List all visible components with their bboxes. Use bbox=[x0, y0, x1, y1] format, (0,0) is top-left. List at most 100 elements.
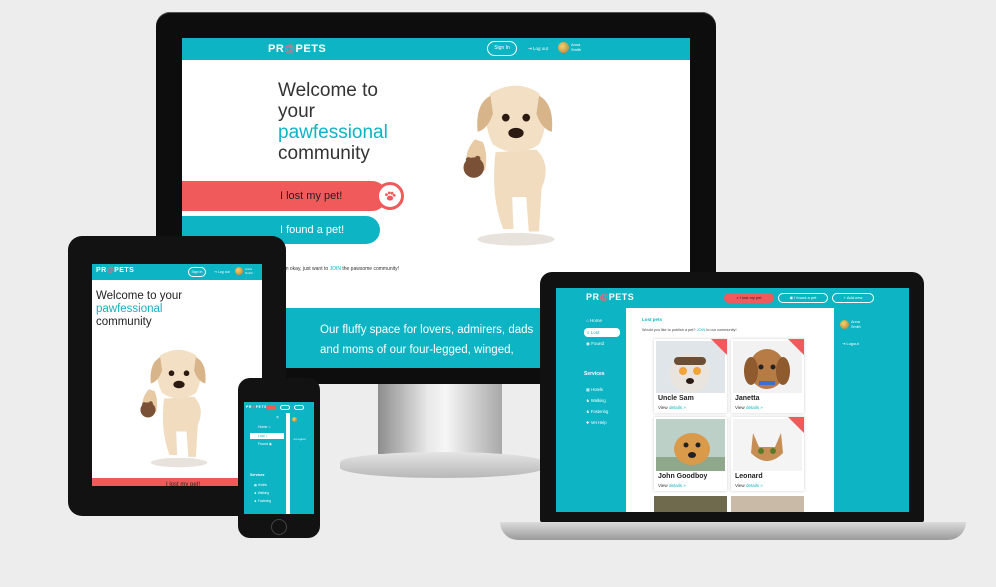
tablet-sign-in-button[interactable]: Sign In bbox=[188, 267, 206, 277]
search-paw-icon[interactable] bbox=[376, 182, 404, 210]
tablet-header: PR@PETS Sign In ⇥ Log out Anna Smith bbox=[92, 264, 262, 280]
service-walking[interactable]: ♞ Walking bbox=[586, 395, 608, 406]
phone-nav-lost[interactable]: Lost ⌕ bbox=[250, 433, 284, 439]
phone-service-hotels-label: Hotels bbox=[257, 483, 267, 487]
add-new-label: Add new bbox=[846, 295, 863, 300]
hero-line-3: pawfessional bbox=[278, 122, 388, 143]
lost-ribbon bbox=[788, 417, 804, 433]
publish-question-post: to our community! bbox=[706, 328, 737, 332]
lost-pet-button[interactable]: I lost my pet! bbox=[182, 181, 387, 211]
laptop-lost-label: I lost my pet bbox=[739, 295, 762, 300]
service-vet-help[interactable]: ✚ Vet Help bbox=[586, 417, 608, 428]
laptop-avatar[interactable] bbox=[840, 320, 849, 329]
pet-name: Leonard bbox=[735, 473, 763, 480]
close-icon[interactable]: × bbox=[276, 415, 279, 421]
pet-card-partial bbox=[731, 496, 804, 512]
arrow-icon: » bbox=[760, 483, 763, 488]
view-details-link[interactable]: View details » bbox=[658, 483, 686, 488]
laptop-found-pet-button[interactable]: ◉ I found a pet bbox=[778, 293, 828, 303]
service-hotels[interactable]: ▦ Hotels bbox=[586, 384, 608, 395]
laptop-found-label: I found a pet bbox=[794, 295, 817, 300]
desktop-header: PR@PETS Sign In ⇥ Log out Anna Smith bbox=[182, 38, 690, 60]
tablet-logout-label: Log out bbox=[217, 270, 230, 274]
pet-name: John Goodboy bbox=[658, 473, 708, 480]
phone-lost-button[interactable] bbox=[266, 405, 276, 410]
nav-found[interactable]: ◉ Found bbox=[586, 341, 604, 347]
phone-nav-found[interactable]: Found ◉ bbox=[258, 442, 272, 446]
nav-lost-label: Lost bbox=[590, 330, 600, 335]
phone-service-hotels[interactable]: ▦ Hotels bbox=[254, 481, 271, 489]
tablet-puppy-image bbox=[132, 340, 226, 476]
tablet-hero-title: Welcome to your pawfessional community bbox=[96, 290, 182, 329]
add-new-button[interactable]: + Add new bbox=[832, 293, 874, 303]
lost-ribbon bbox=[788, 339, 804, 355]
details-label: details bbox=[668, 483, 682, 488]
logo[interactable]: PR@PETS bbox=[268, 43, 326, 55]
logout-link[interactable]: ⇥ Log out bbox=[528, 46, 548, 52]
avatar[interactable] bbox=[558, 42, 569, 53]
phone-logo[interactable]: PR@PETS bbox=[246, 405, 267, 409]
tablet-hero-line-2: pawfessional bbox=[96, 303, 163, 315]
view-label: View bbox=[735, 405, 745, 410]
pet-card[interactable]: Janetta View details » bbox=[731, 339, 804, 413]
laptop-logout[interactable]: ⇥ Logout bbox=[842, 341, 859, 346]
hero-line-4: community bbox=[278, 143, 370, 164]
phone-nav-found-label: Found bbox=[258, 442, 268, 446]
publish-join-link[interactable]: JOIN bbox=[697, 328, 706, 332]
tablet-lost-pet-button[interactable]: I lost my pet! bbox=[92, 478, 262, 486]
hero-line-1: Welcome to bbox=[278, 80, 378, 101]
laptop-logo-at: @ bbox=[599, 292, 609, 302]
tablet-logout[interactable]: ⇥ Log out bbox=[214, 270, 230, 274]
pet-card[interactable]: John Goodboy View details » bbox=[654, 417, 727, 491]
laptop-user-first: Anna bbox=[851, 320, 860, 324]
user-name: Anna Smith bbox=[571, 42, 581, 52]
user-last-name: Smith bbox=[571, 47, 582, 52]
phone-screen: PR@PETS × Home ⌂ Lost ⌕ Found ◉ Services… bbox=[244, 402, 314, 514]
phone-service-walking-label: Walking bbox=[257, 491, 269, 495]
service-walking-label: Walking bbox=[590, 398, 606, 403]
laptop-header: PR@PETS ⌕ I lost my pet ◉ I found a pet … bbox=[556, 288, 909, 308]
laptop-device: PR@PETS ⌕ I lost my pet ◉ I found a pet … bbox=[540, 272, 924, 522]
phone-found-button[interactable] bbox=[280, 405, 290, 410]
details-label: details bbox=[668, 405, 682, 410]
view-details-link[interactable]: View details » bbox=[735, 405, 763, 410]
laptop-logo[interactable]: PR@PETS bbox=[586, 292, 634, 302]
laptop-user-last: Smith bbox=[851, 324, 861, 329]
laptop-logo-text: PR bbox=[586, 292, 600, 302]
logo-at: @ bbox=[284, 43, 296, 55]
phone-service-fostering[interactable]: ♞ Fostering bbox=[254, 497, 271, 505]
join-text-pre: I'm okay, just want to bbox=[282, 266, 329, 272]
logo-text-end: PETS bbox=[295, 43, 327, 55]
phone-logout[interactable]: ⇥ Logout bbox=[293, 437, 306, 441]
laptop-user-name: Anna Smith bbox=[851, 320, 861, 329]
services-title: Services bbox=[584, 371, 605, 377]
nav-lost[interactable]: ⌕ Lost bbox=[584, 328, 620, 337]
sign-in-button[interactable]: Sign In bbox=[487, 41, 517, 56]
join-link[interactable]: JOIN bbox=[330, 266, 341, 272]
phone-nav-lost-label: Lost bbox=[258, 434, 265, 438]
laptop-lost-pet-button[interactable]: ⌕ I lost my pet bbox=[724, 293, 774, 303]
tablet-logo[interactable]: PR@PETS bbox=[96, 267, 134, 274]
phone-service-walking[interactable]: ♞ Walking bbox=[254, 489, 271, 497]
phone-add-button[interactable] bbox=[294, 405, 304, 410]
view-details-link[interactable]: View details » bbox=[735, 483, 763, 488]
breadcrumb: Lost pets bbox=[642, 317, 663, 322]
pet-card[interactable]: Leonard View details » bbox=[731, 417, 804, 491]
details-label: details bbox=[745, 483, 759, 488]
hero-line-2: your bbox=[278, 101, 315, 122]
phone-home-button[interactable] bbox=[271, 519, 287, 535]
arrow-icon: » bbox=[683, 405, 686, 410]
tablet-logo-text-end: PETS bbox=[114, 267, 135, 274]
nav-home[interactable]: ⌂ Home bbox=[586, 318, 602, 323]
tablet-avatar[interactable] bbox=[235, 267, 243, 275]
publish-question-pre: Would you like to publish a pet? bbox=[642, 328, 696, 332]
view-details-link[interactable]: View details » bbox=[658, 405, 686, 410]
phone-avatar[interactable] bbox=[292, 417, 297, 422]
services-list: ▦ Hotels ♞ Walking ♞ Fostering ✚ Vet Hel… bbox=[586, 384, 608, 428]
pet-card[interactable]: Uncle Sam View details » bbox=[654, 339, 727, 413]
tablet-screen: PR@PETS Sign In ⇥ Log out Anna Smith Wel… bbox=[92, 264, 262, 486]
nav-home-label: Home bbox=[589, 318, 602, 323]
service-fostering[interactable]: ♞ Fostering bbox=[586, 406, 608, 417]
phone-nav-home[interactable]: Home ⌂ bbox=[258, 425, 270, 429]
laptop-screen: PR@PETS ⌕ I lost my pet ◉ I found a pet … bbox=[556, 288, 909, 512]
